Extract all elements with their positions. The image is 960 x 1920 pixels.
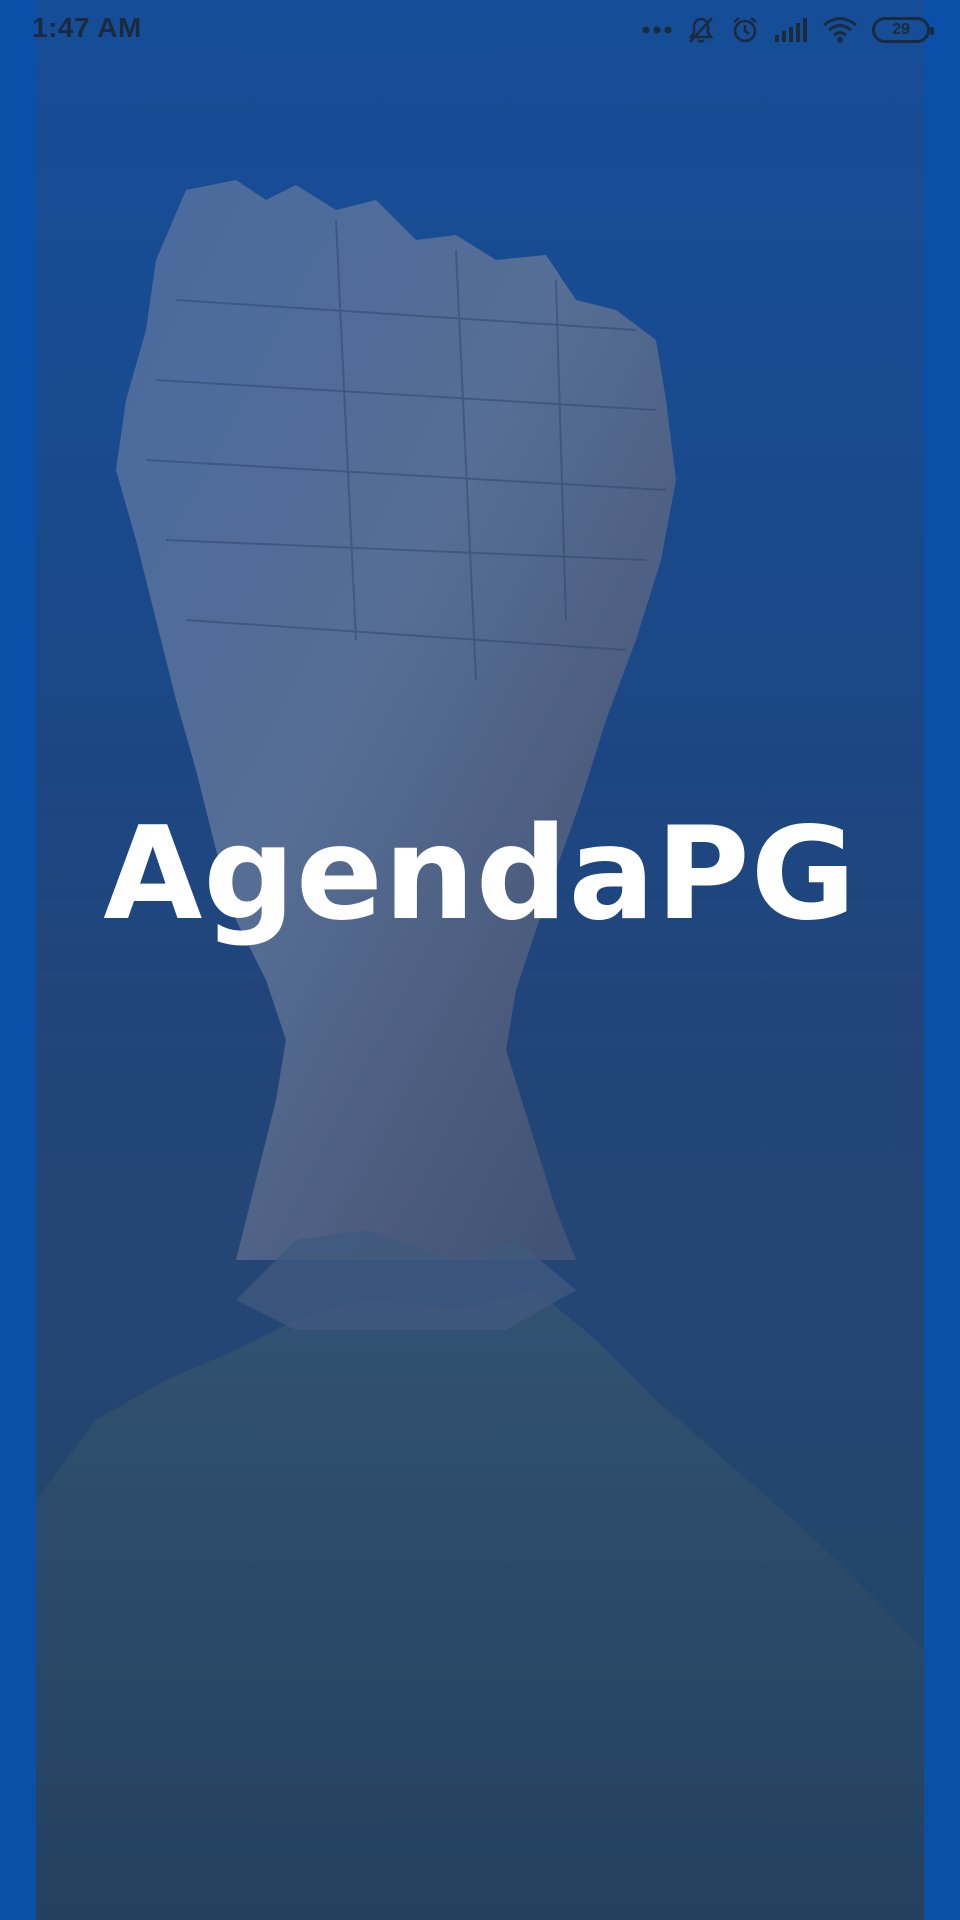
status-time: 1:47 AM xyxy=(32,12,142,43)
wifi-icon xyxy=(822,16,858,44)
more-dots-icon xyxy=(642,25,672,35)
status-icons: 29 xyxy=(642,12,934,48)
background-photo xyxy=(36,0,924,1920)
signal-icon xyxy=(774,17,808,43)
bell-muted-icon xyxy=(686,15,716,45)
status-bar: 1:47 AM 29 xyxy=(0,0,960,60)
blue-tint-overlay xyxy=(36,0,924,1920)
battery-icon: 29 xyxy=(872,17,934,43)
app-title: AgendaPG xyxy=(103,800,857,949)
alarm-icon xyxy=(730,15,760,45)
